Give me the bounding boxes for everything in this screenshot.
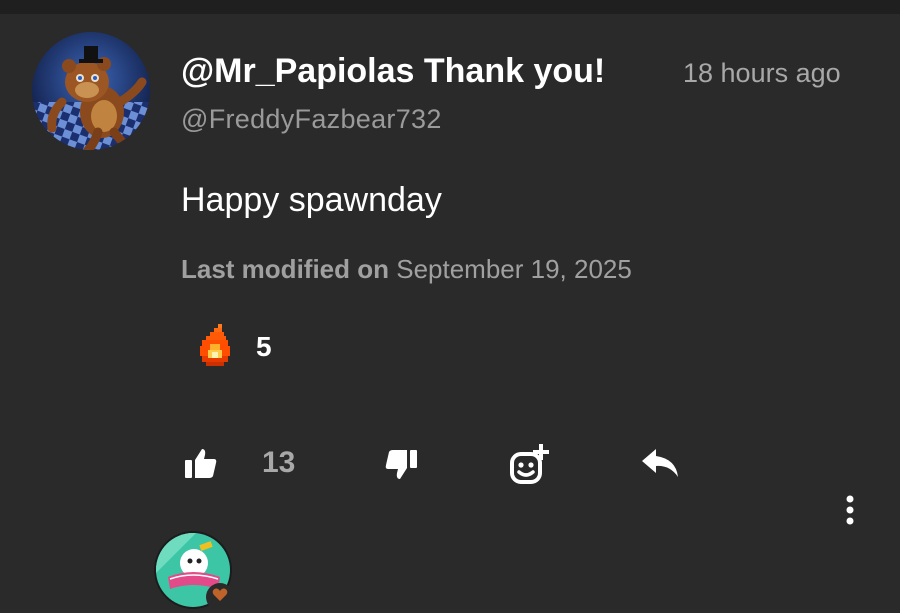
reaction-fire[interactable]: 5 xyxy=(192,322,272,372)
avatar-image xyxy=(32,32,150,150)
comment-title: @Mr_Papiolas Thank you! xyxy=(181,52,606,90)
top-bar xyxy=(0,0,900,14)
author-handle[interactable]: @FreddyFazbear732 xyxy=(181,104,442,135)
like-count: 13 xyxy=(262,446,296,479)
heart-icon xyxy=(212,588,228,607)
last-modified-label: Last modified on xyxy=(181,254,389,284)
dislike-button[interactable] xyxy=(383,446,419,482)
more-options-button[interactable] xyxy=(838,494,862,528)
fire-icon xyxy=(192,322,238,373)
reply-icon xyxy=(640,449,680,484)
thumbs-up-icon xyxy=(183,449,219,486)
add-reaction-button[interactable] xyxy=(509,442,553,486)
comment-body: Happy spawnday xyxy=(181,181,442,219)
heart-badge xyxy=(206,583,234,611)
add-reaction-icon xyxy=(509,444,553,490)
comment-timestamp: 18 hours ago xyxy=(683,58,841,88)
thumbs-down-icon xyxy=(383,450,419,486)
last-modified: Last modified on September 19, 2025 xyxy=(181,254,632,285)
more-vertical-icon xyxy=(838,495,862,532)
reaction-count: 5 xyxy=(256,331,272,362)
last-modified-date: September 19, 2025 xyxy=(396,254,632,284)
reply-button[interactable] xyxy=(640,446,680,480)
avatar[interactable] xyxy=(32,32,150,150)
like-button[interactable] xyxy=(183,446,219,482)
